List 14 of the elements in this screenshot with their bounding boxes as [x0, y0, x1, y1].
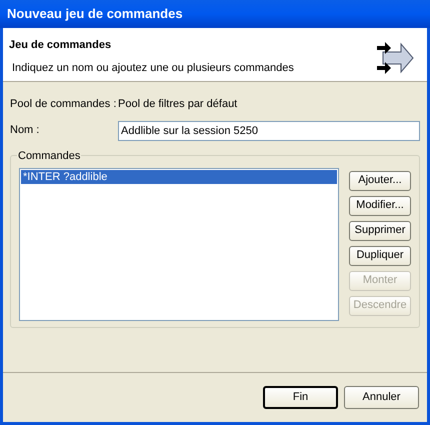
name-field[interactable]: Addlible sur la session 5250: [118, 120, 420, 140]
header-description: Indiquez un nom ou ajoutez une ou plusieurs commandes: [11, 60, 295, 76]
list-item[interactable]: *INTER ?addlible: [21, 170, 337, 184]
window-title: Nouveau jeu de commandes: [0, 0, 430, 28]
header-title: Jeu de commandes: [9, 38, 112, 53]
command-button[interactable]: Modifier...: [349, 196, 411, 216]
name-label: Nom :: [10, 123, 40, 138]
dialog-button[interactable]: Fin: [263, 386, 338, 409]
pool-value: Pool de filtres par défaut: [118, 97, 238, 112]
command-button[interactable]: Dupliquer: [349, 246, 411, 266]
dialog-button[interactable]: Annuler: [344, 386, 419, 409]
command-button[interactable]: Supprimer: [349, 220, 411, 240]
command-button[interactable]: Ajouter...: [349, 170, 411, 190]
pool-label: Pool de commandes :: [10, 97, 118, 112]
